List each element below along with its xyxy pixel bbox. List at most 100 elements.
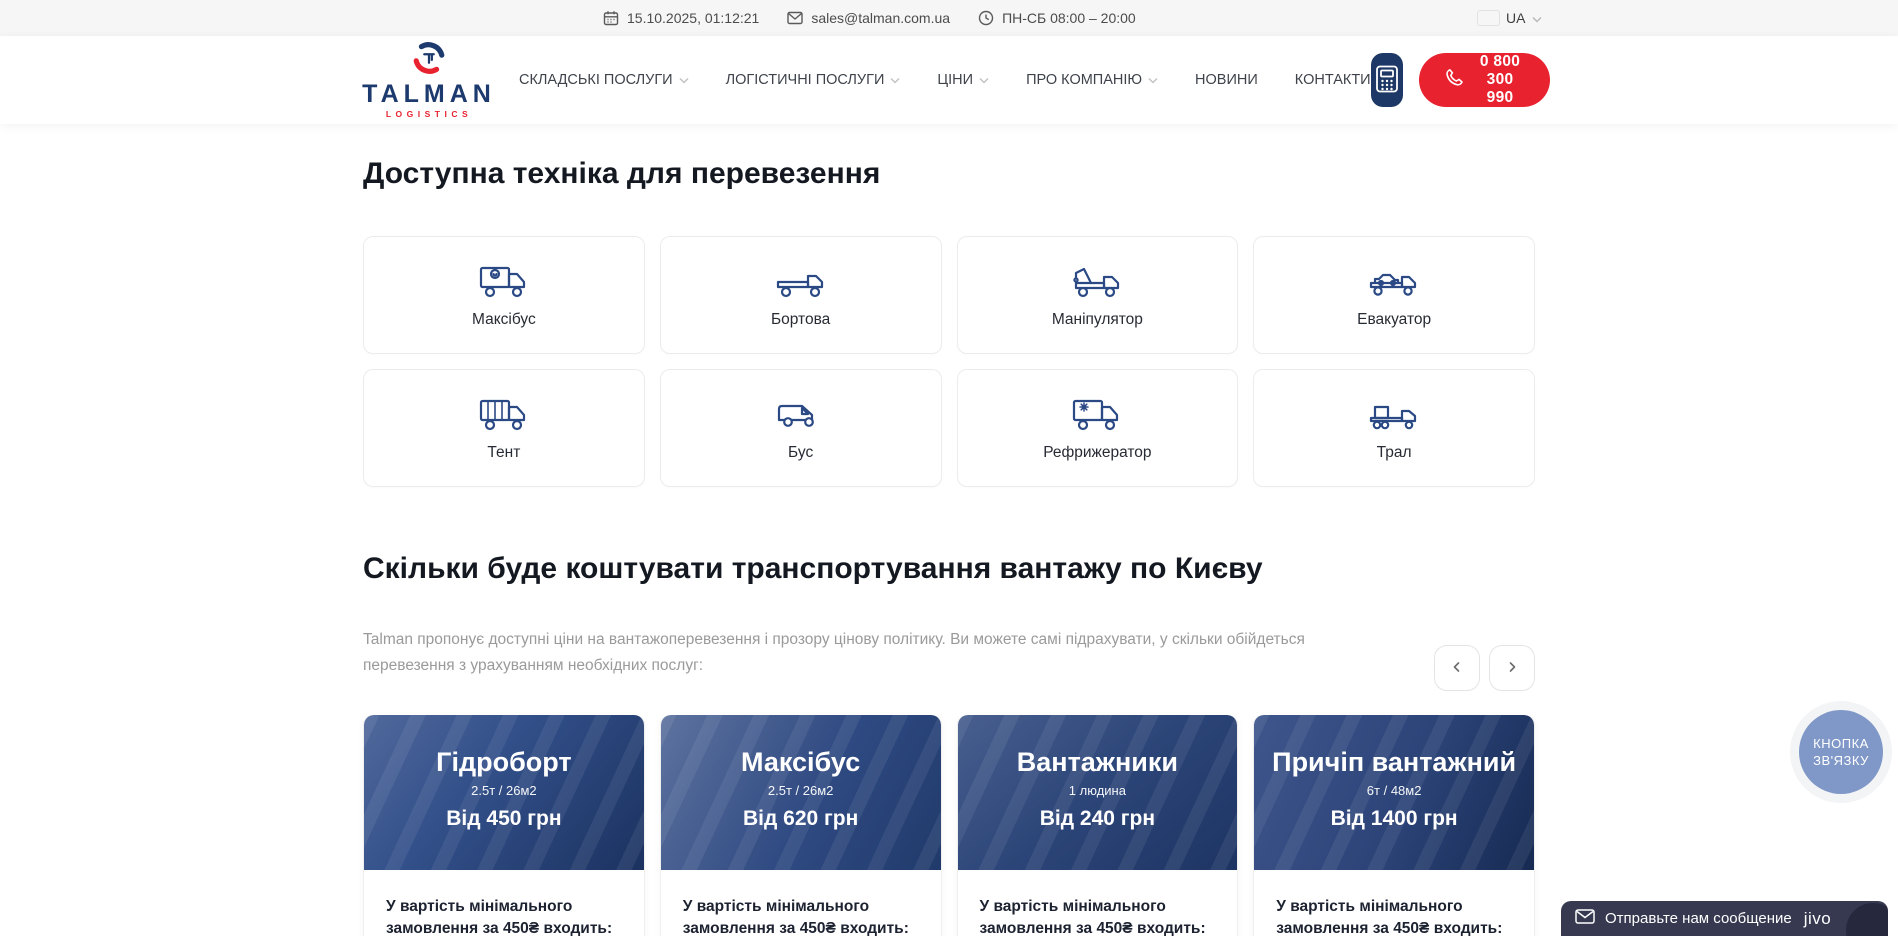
carousel-next-button[interactable] bbox=[1489, 645, 1535, 691]
price-card-image: Максібус 2.5т / 26м2 Від 620 грн bbox=[661, 715, 941, 870]
price-card-price: Від 620 грн bbox=[661, 807, 941, 831]
van-icon bbox=[775, 394, 827, 434]
nav-item-warehouse-services[interactable]: СКЛАДСЬКІ ПОСЛУГИ bbox=[519, 72, 689, 88]
chat-widget-bar[interactable]: Отправьте нам сообщение jivo bbox=[1561, 901, 1888, 936]
vehicle-card-reefer[interactable]: Рефрижератор bbox=[957, 369, 1239, 487]
price-card-image: Гідроборт 2.5т / 26м2 Від 450 грн bbox=[364, 715, 644, 870]
language-selector[interactable]: UA bbox=[1478, 0, 1542, 36]
chevron-left-icon bbox=[1451, 661, 1463, 676]
reefer-truck-icon bbox=[1071, 394, 1123, 434]
vehicle-label: Бус bbox=[788, 444, 813, 462]
logo-title: TALMAN bbox=[362, 82, 496, 107]
price-card-cargo-trailer[interactable]: Причіп вантажний 6т / 48м2 Від 1400 грн … bbox=[1253, 715, 1535, 936]
nav-label: ЛОГІСТИЧНІ ПОСЛУГИ bbox=[726, 72, 885, 88]
price-card-price: Від 450 грн bbox=[364, 807, 644, 831]
nav-label: СКЛАДСЬКІ ПОСЛУГИ bbox=[519, 72, 673, 88]
vehicle-label: Евакуатор bbox=[1357, 311, 1431, 329]
nav-item-logistics-services[interactable]: ЛОГІСТИЧНІ ПОСЛУГИ bbox=[726, 72, 901, 88]
price-card-note: У вартість мінімального замовлення за 45… bbox=[683, 896, 919, 936]
phone-button[interactable]: 0 800 300 990 bbox=[1419, 53, 1551, 107]
chevron-down-icon bbox=[1532, 10, 1542, 26]
phone-number: 0 800 300 990 bbox=[1476, 53, 1525, 107]
crane-truck-icon bbox=[1071, 261, 1123, 301]
main-nav: СКЛАДСЬКІ ПОСЛУГИ ЛОГІСТИЧНІ ПОСЛУГИ ЦІН… bbox=[519, 72, 1371, 88]
vehicle-label: Тент bbox=[487, 444, 520, 462]
nav-item-about[interactable]: ПРО КОМПАНІЮ bbox=[1026, 72, 1158, 88]
price-card-loaders[interactable]: Вантажники 1 людина Від 240 грн У вартіс… bbox=[957, 715, 1239, 936]
logo-icon bbox=[412, 41, 446, 80]
calendar-icon bbox=[603, 10, 619, 26]
carousel-arrows bbox=[1434, 645, 1535, 691]
chevron-down-icon bbox=[679, 72, 689, 88]
price-cards: Гідроборт 2.5т / 26м2 Від 450 грн У варт… bbox=[363, 715, 1535, 936]
logo[interactable]: TALMAN LOGISTICS bbox=[363, 41, 495, 119]
nav-item-prices[interactable]: ЦІНИ bbox=[937, 72, 989, 88]
price-card-maxibus[interactable]: Максібус 2.5т / 26м2 Від 620 грн У варті… bbox=[660, 715, 942, 936]
chat-message: Отправьте нам сообщение bbox=[1605, 910, 1792, 927]
flatbed-truck-icon bbox=[775, 261, 827, 301]
phone-icon bbox=[1445, 68, 1464, 92]
vehicle-card-flatbed[interactable]: Бортова bbox=[660, 236, 942, 354]
vehicles-title: Доступна техніка для перевезення bbox=[363, 156, 1535, 192]
chevron-down-icon bbox=[890, 72, 900, 88]
datetime-value: 15.10.2025, 01:12:21 bbox=[627, 10, 759, 26]
price-card-title: Вантажники bbox=[958, 747, 1238, 777]
price-card-note: У вартість мінімального замовлення за 45… bbox=[980, 896, 1216, 936]
chevron-down-icon bbox=[1148, 72, 1158, 88]
nav-label: НОВИНИ bbox=[1195, 72, 1258, 88]
price-card-hydroboard[interactable]: Гідроборт 2.5т / 26м2 Від 450 грн У варт… bbox=[363, 715, 645, 936]
vehicle-card-van[interactable]: Бус bbox=[660, 369, 942, 487]
price-card-spec: 2.5т / 26м2 bbox=[661, 783, 941, 798]
calculator-button[interactable] bbox=[1371, 53, 1403, 107]
price-card-spec: 6т / 48м2 bbox=[1254, 783, 1534, 798]
vehicle-card-maxibus[interactable]: Максібус bbox=[363, 236, 645, 354]
email-value: sales@talman.com.ua bbox=[811, 10, 950, 26]
price-card-price: Від 1400 грн bbox=[1254, 807, 1534, 831]
price-card-note: У вартість мінімального замовлення за 45… bbox=[386, 896, 622, 936]
email[interactable]: sales@talman.com.ua bbox=[787, 10, 950, 26]
price-card-note: У вартість мінімального замовлення за 45… bbox=[1276, 896, 1512, 936]
vehicle-label: Трал bbox=[1377, 444, 1412, 462]
chevron-right-icon bbox=[1506, 661, 1518, 676]
jivo-logo: jivo bbox=[1804, 909, 1832, 929]
topbar-info-group: 15.10.2025, 01:12:21 sales@talman.com.ua bbox=[603, 0, 1136, 36]
nav-item-news[interactable]: НОВИНИ bbox=[1195, 72, 1258, 88]
logo-subtitle: LOGISTICS bbox=[386, 110, 472, 119]
price-card-spec: 2.5т / 26м2 bbox=[364, 783, 644, 798]
chevron-down-icon bbox=[979, 72, 989, 88]
vehicle-label: Маніпулятор bbox=[1052, 311, 1143, 329]
vehicle-label: Бортова bbox=[771, 311, 830, 329]
nav-label: КОНТАКТИ bbox=[1295, 72, 1371, 88]
callback-button[interactable]: КНОПКА ЗВ'ЯЗКУ bbox=[1790, 701, 1892, 803]
header: TALMAN LOGISTICS СКЛАДСЬКІ ПОСЛУГИ ЛОГІС… bbox=[0, 36, 1898, 124]
nav-label: ПРО КОМПАНІЮ bbox=[1026, 72, 1142, 88]
language-label: UA bbox=[1506, 10, 1525, 26]
vehicle-card-lowloader[interactable]: Трал bbox=[1253, 369, 1535, 487]
price-card-image: Вантажники 1 людина Від 240 грн bbox=[958, 715, 1238, 870]
clock-icon bbox=[978, 10, 994, 26]
vehicle-card-tent[interactable]: Тент bbox=[363, 369, 645, 487]
vehicle-card-crane[interactable]: Маніпулятор bbox=[957, 236, 1239, 354]
vehicles-section: Доступна техніка для перевезення Максібу… bbox=[363, 156, 1535, 487]
box-truck-icon bbox=[478, 261, 530, 301]
nav-item-contacts[interactable]: КОНТАКТИ bbox=[1295, 72, 1371, 88]
lowloader-truck-icon bbox=[1368, 394, 1420, 434]
vehicle-label: Максібус bbox=[472, 311, 536, 329]
carousel-prev-button[interactable] bbox=[1434, 645, 1480, 691]
price-card-title: Причіп вантажний bbox=[1254, 747, 1534, 777]
working-hours-value: ПН-СБ 08:00 – 20:00 bbox=[1002, 10, 1136, 26]
tow-truck-icon bbox=[1368, 261, 1420, 301]
working-hours: ПН-СБ 08:00 – 20:00 bbox=[978, 10, 1136, 26]
envelope-icon bbox=[1575, 909, 1595, 929]
page: 15.10.2025, 01:12:21 sales@talman.com.ua bbox=[0, 0, 1898, 936]
envelope-icon bbox=[787, 11, 803, 25]
price-card-price: Від 240 грн bbox=[958, 807, 1238, 831]
tent-truck-icon bbox=[478, 394, 530, 434]
vehicles-grid: Максібус Бортова bbox=[363, 236, 1535, 487]
calculator-icon bbox=[1375, 65, 1399, 96]
vehicle-card-tow[interactable]: Евакуатор bbox=[1253, 236, 1535, 354]
topbar: 15.10.2025, 01:12:21 sales@talman.com.ua bbox=[0, 0, 1898, 36]
datetime: 15.10.2025, 01:12:21 bbox=[603, 10, 759, 26]
pricing-section: Скільки буде коштувати транспортування в… bbox=[363, 551, 1535, 936]
price-card-title: Максібус bbox=[661, 747, 941, 777]
